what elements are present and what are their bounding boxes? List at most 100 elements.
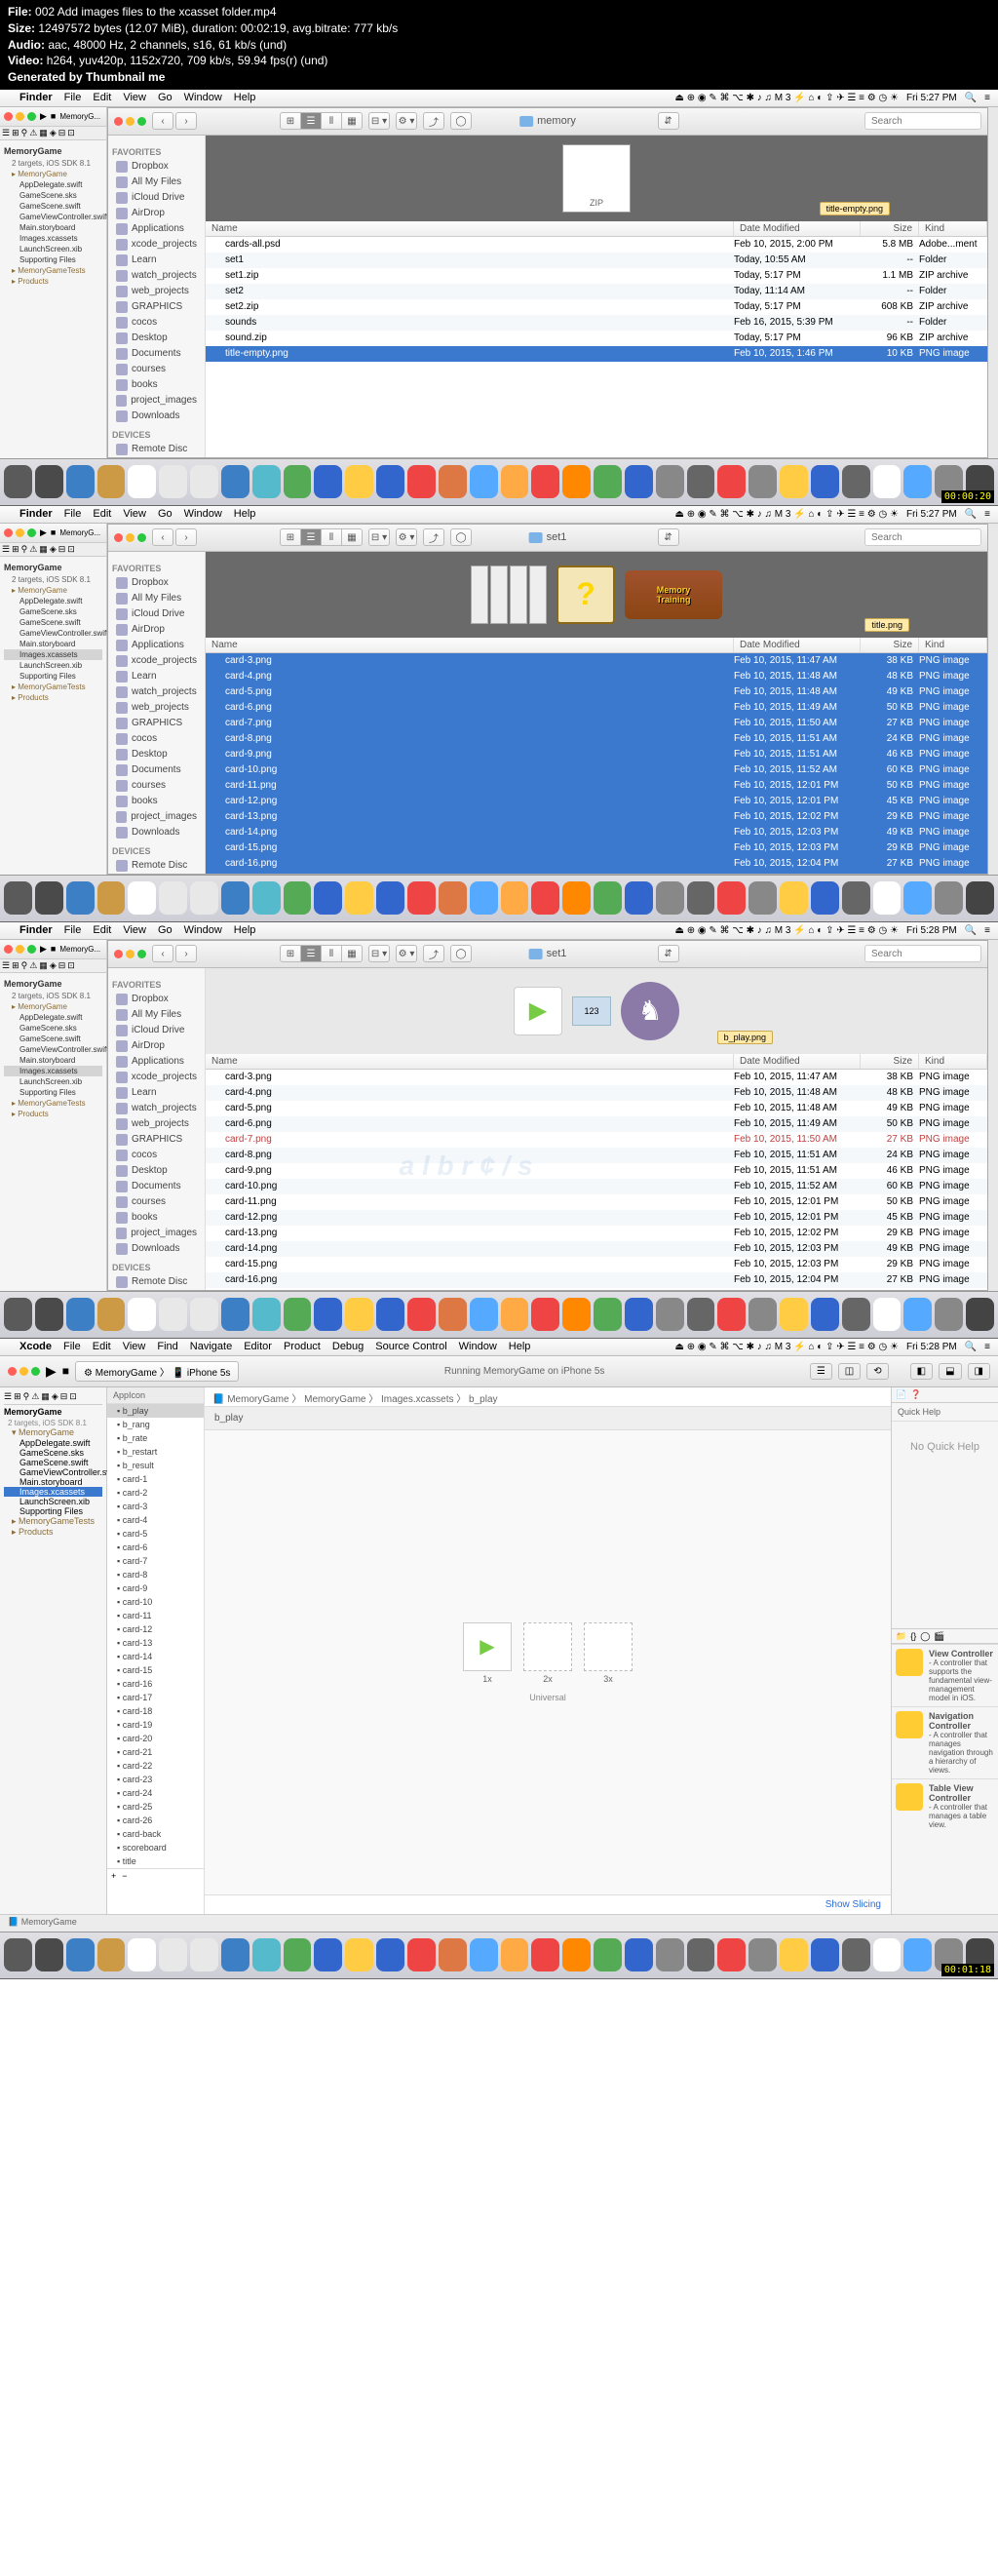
- nav-file[interactable]: Main.storyboard: [4, 1055, 102, 1066]
- window-controls[interactable]: [4, 528, 36, 537]
- menu-extras[interactable]: ⏏ ⊕ ◉ ✎ ⌘ ⌥ ✱ ♪ ♫ M 3 ⚡ ⌂ ◐ ⇪ ✈ ☰ ≡ ⚙ ◷ …: [674, 1342, 899, 1352]
- column-view-button[interactable]: ⫴: [321, 945, 342, 962]
- back-button[interactable]: ‹: [152, 945, 173, 962]
- list-view-button[interactable]: ☰: [300, 112, 322, 130]
- sidebar-item-learn[interactable]: Learn: [112, 1085, 201, 1101]
- dock-app-25[interactable]: [780, 1938, 808, 1971]
- file-row[interactable]: card-13.pngFeb 10, 2015, 12:02 PM29 KBPN…: [206, 809, 987, 825]
- dock-app-26[interactable]: [811, 881, 839, 915]
- coverflow-view-button[interactable]: ▦: [341, 945, 363, 962]
- sidebar-item-learn[interactable]: Learn: [112, 669, 201, 684]
- dock-app-28[interactable]: [873, 881, 902, 915]
- dock-app-29[interactable]: [903, 1298, 932, 1331]
- dock-app-31[interactable]: [966, 1298, 994, 1331]
- tags-button[interactable]: ◯: [450, 112, 472, 130]
- sidebar-item-courses[interactable]: courses: [112, 1194, 201, 1210]
- nav-file[interactable]: AppDelegate.swift: [4, 1438, 102, 1448]
- sidebar-item-cocos[interactable]: cocos: [112, 315, 201, 331]
- dock-app-19[interactable]: [594, 881, 622, 915]
- sidebar-item-books[interactable]: books: [112, 377, 201, 393]
- file-row[interactable]: card-12.pngFeb 10, 2015, 12:01 PM45 KBPN…: [206, 1210, 987, 1226]
- show-slicing-button[interactable]: Show Slicing: [205, 1894, 891, 1914]
- asset-item[interactable]: ▪ card-2: [107, 1486, 204, 1500]
- dock-app-18[interactable]: [562, 1298, 591, 1331]
- dock-app-5[interactable]: [159, 465, 187, 498]
- dock-app-29[interactable]: [903, 465, 932, 498]
- dock-app-17[interactable]: [531, 1298, 559, 1331]
- asset-item[interactable]: ▪ b_result: [107, 1459, 204, 1472]
- dock-app-9[interactable]: [284, 465, 312, 498]
- asset-item[interactable]: ▪ card-15: [107, 1663, 204, 1677]
- column-view-button[interactable]: ⫴: [321, 112, 342, 130]
- dock-app-28[interactable]: [873, 465, 902, 498]
- menu-window[interactable]: Window: [184, 924, 222, 936]
- nav-products[interactable]: ▸ Products: [4, 1527, 102, 1538]
- file-row[interactable]: card-10.pngFeb 10, 2015, 11:52 AM60 KBPN…: [206, 762, 987, 778]
- dock-app-2[interactable]: [66, 881, 95, 915]
- file-row[interactable]: card-13.pngFeb 10, 2015, 12:02 PM29 KBPN…: [206, 1226, 987, 1241]
- sidebar-item-learn[interactable]: Learn: [112, 253, 201, 268]
- nav-group[interactable]: ▾ MemoryGame: [4, 1427, 102, 1438]
- file-row[interactable]: soundsFeb 16, 2015, 5:39 PM--Folder: [206, 315, 987, 331]
- sidebar-item-project_images[interactable]: project_images: [112, 809, 201, 825]
- search-input[interactable]: [864, 945, 981, 962]
- library-selector[interactable]: 📁{}◯🎬: [892, 1628, 998, 1644]
- asset-item[interactable]: ▪ card-17: [107, 1691, 204, 1704]
- dock-app-4[interactable]: [128, 1938, 156, 1971]
- nav-group[interactable]: ▸ MemoryGame: [4, 585, 102, 596]
- image-well-2x[interactable]: 2x: [523, 1622, 572, 1671]
- toggle-nav[interactable]: ◧: [910, 1363, 933, 1380]
- nav-products[interactable]: ▸ Products: [4, 692, 102, 703]
- dock-app-15[interactable]: [470, 881, 498, 915]
- dock-app-12[interactable]: [376, 465, 404, 498]
- dock-app-18[interactable]: [562, 1938, 591, 1971]
- asset-item[interactable]: ▪ card-19: [107, 1718, 204, 1732]
- dock-app-15[interactable]: [470, 465, 498, 498]
- column-view-button[interactable]: ⫴: [321, 528, 342, 546]
- dock-app-24[interactable]: [748, 881, 777, 915]
- toggle-debug[interactable]: ⬓: [939, 1363, 961, 1380]
- dock-app-7[interactable]: [221, 1298, 250, 1331]
- dock-app-25[interactable]: [780, 881, 808, 915]
- image-well-3x[interactable]: 3x: [584, 1622, 633, 1671]
- dock-app-0[interactable]: [4, 1298, 32, 1331]
- stop-button[interactable]: ■: [51, 944, 56, 954]
- file-row[interactable]: set1.zipToday, 5:17 PM1.1 MBZIP archive: [206, 268, 987, 284]
- dock-app-3[interactable]: [97, 1938, 126, 1971]
- nav-file[interactable]: Main.storyboard: [4, 222, 102, 233]
- action-button[interactable]: ⚙ ▾: [396, 528, 417, 546]
- sidebar-item-xcode_projects[interactable]: xcode_projects: [112, 1070, 201, 1085]
- sidebar-item-web_projects[interactable]: web_projects: [112, 1116, 201, 1132]
- asset-item[interactable]: ▪ card-3: [107, 1500, 204, 1513]
- dock-app-4[interactable]: [128, 881, 156, 915]
- asset-item[interactable]: ▪ card-5: [107, 1527, 204, 1541]
- menu-view[interactable]: View: [123, 924, 146, 936]
- dock-app-26[interactable]: [811, 1938, 839, 1971]
- dock-app-26[interactable]: [811, 1298, 839, 1331]
- dock-app-14[interactable]: [439, 881, 467, 915]
- asset-item[interactable]: ▪ card-18: [107, 1704, 204, 1718]
- nav-file[interactable]: Images.xcassets: [4, 233, 102, 244]
- dock-app-20[interactable]: [625, 881, 653, 915]
- icon-view-button[interactable]: ⊞: [280, 112, 301, 130]
- file-row[interactable]: card-14.pngFeb 10, 2015, 12:03 PM49 KBPN…: [206, 1241, 987, 1257]
- asset-item[interactable]: ▪ card-12: [107, 1622, 204, 1636]
- asset-item[interactable]: ▪ b_rang: [107, 1418, 204, 1431]
- dock-app-6[interactable]: [190, 1298, 218, 1331]
- library-item[interactable]: Table View Controller - A controller tha…: [892, 1778, 998, 1833]
- sidebar-item-downloads[interactable]: Downloads: [112, 409, 201, 424]
- nav-project[interactable]: MemoryGame: [4, 977, 102, 991]
- nav-file[interactable]: GameScene.swift: [4, 201, 102, 212]
- search-input[interactable]: [864, 112, 981, 130]
- dock-app-7[interactable]: [221, 465, 250, 498]
- asset-item[interactable]: ▪ card-8: [107, 1568, 204, 1581]
- nav-file[interactable]: Supporting Files: [4, 671, 102, 682]
- nav-file[interactable]: LaunchScreen.xib: [4, 244, 102, 254]
- arrange-button[interactable]: ⊟ ▾: [368, 528, 390, 546]
- sidebar-item-icloud-drive[interactable]: iCloud Drive: [112, 606, 201, 622]
- sidebar-item-airdrop[interactable]: AirDrop: [112, 206, 201, 221]
- dock-app-21[interactable]: [656, 1298, 684, 1331]
- dock-app-14[interactable]: [439, 1298, 467, 1331]
- dock-app-12[interactable]: [376, 1298, 404, 1331]
- nav-file[interactable]: GameScene.swift: [4, 617, 102, 628]
